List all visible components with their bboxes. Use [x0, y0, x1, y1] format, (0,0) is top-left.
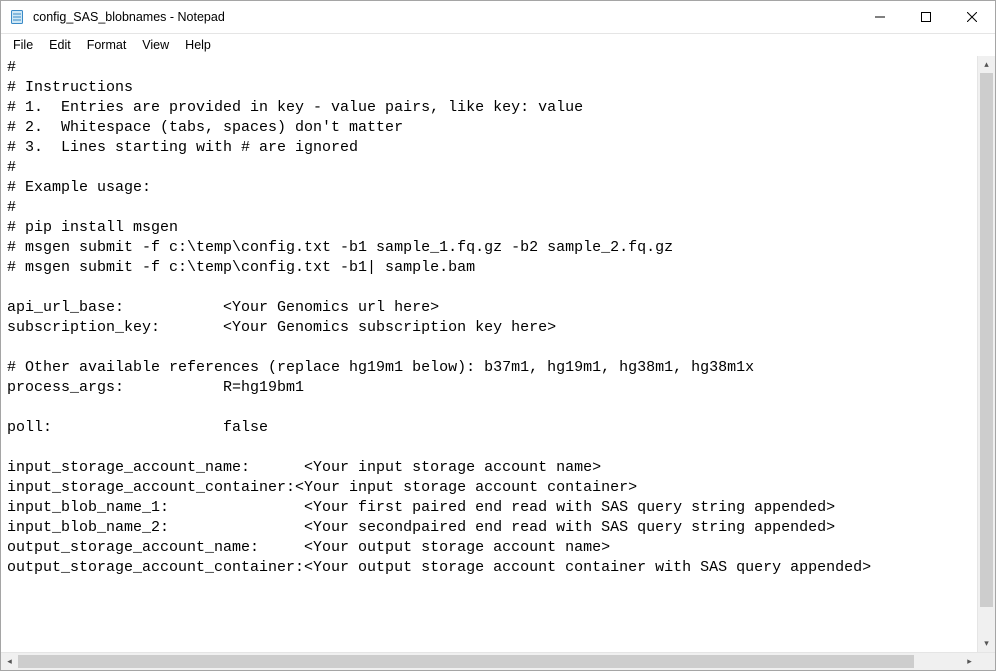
scroll-left-arrow-icon[interactable]: ◂	[1, 653, 18, 670]
scroll-right-arrow-icon[interactable]: ▸	[961, 653, 978, 670]
window-controls	[857, 1, 995, 33]
menubar: File Edit Format View Help	[1, 34, 995, 56]
notepad-icon	[9, 9, 25, 25]
maximize-icon	[921, 12, 931, 22]
menu-help[interactable]: Help	[177, 34, 219, 56]
menu-format[interactable]: Format	[79, 34, 135, 56]
vscroll-thumb[interactable]	[980, 73, 993, 607]
scroll-down-arrow-icon[interactable]: ▾	[978, 635, 995, 652]
horizontal-scrollbar[interactable]: ◂ ▸	[1, 652, 995, 670]
menu-view[interactable]: View	[134, 34, 177, 56]
text-editor[interactable]: # # Instructions # 1. Entries are provid…	[1, 56, 977, 652]
minimize-icon	[875, 12, 885, 22]
close-icon	[967, 12, 977, 22]
titlebar[interactable]: config_SAS_blobnames - Notepad	[1, 1, 995, 34]
scroll-corner	[978, 653, 995, 670]
client-area: # # Instructions # 1. Entries are provid…	[1, 56, 995, 670]
window-title: config_SAS_blobnames - Notepad	[31, 10, 857, 24]
vscroll-track[interactable]	[978, 73, 995, 635]
menu-edit[interactable]: Edit	[41, 34, 79, 56]
minimize-button[interactable]	[857, 1, 903, 33]
close-button[interactable]	[949, 1, 995, 33]
notepad-window: config_SAS_blobnames - Notepad File Edit…	[0, 0, 996, 671]
vertical-scrollbar[interactable]: ▴ ▾	[977, 56, 995, 652]
menu-file[interactable]: File	[5, 34, 41, 56]
hscroll-thumb[interactable]	[18, 655, 914, 668]
maximize-button[interactable]	[903, 1, 949, 33]
hscroll-track[interactable]	[18, 653, 961, 670]
scroll-up-arrow-icon[interactable]: ▴	[978, 56, 995, 73]
